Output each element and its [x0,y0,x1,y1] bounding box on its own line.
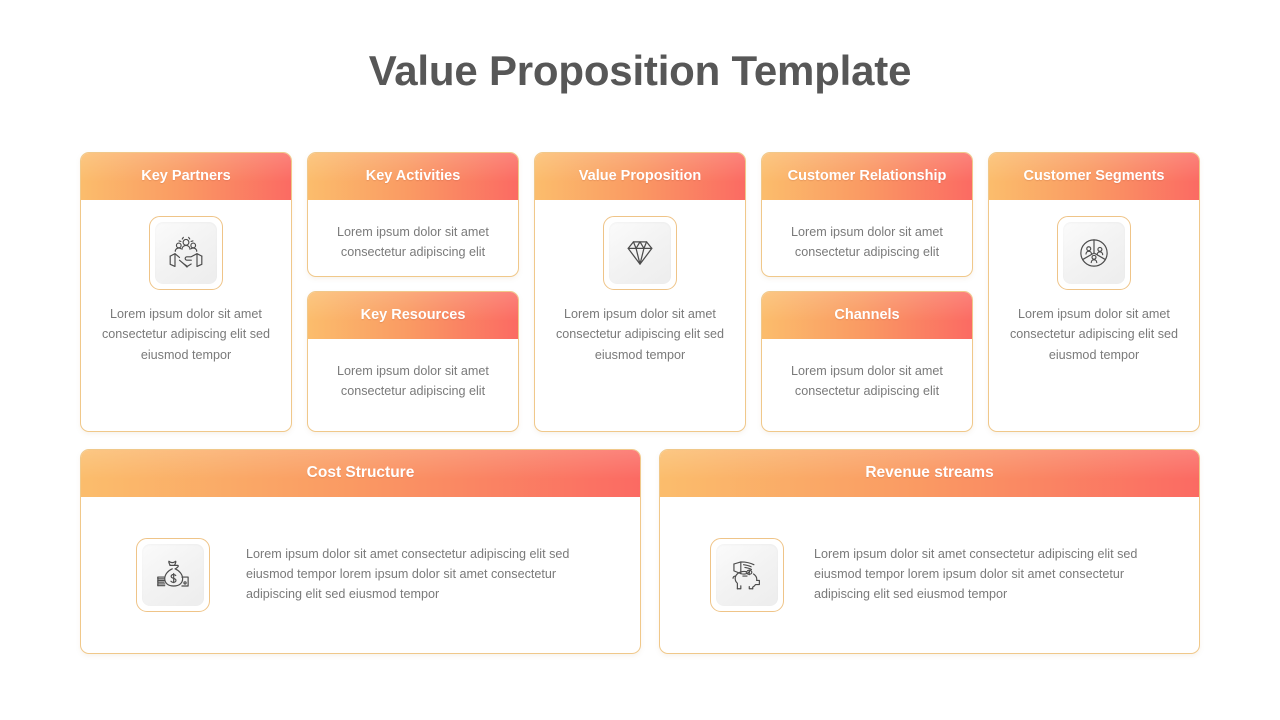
card-customer-relationship[interactable]: Customer Relationship Lorem ipsum dolor … [761,152,973,277]
card-body-text: Lorem ipsum dolor sit amet consectetur a… [246,547,570,601]
card-body-text: Lorem ipsum dolor sit amet consectetur a… [337,225,489,260]
card-title: Key Partners [141,167,231,184]
card-body-text: Lorem ipsum dolor sit amet consectetur a… [814,547,1138,601]
card-body: Lorem ipsum dolor sit amet consectetur a… [989,200,1199,431]
card-header-key-resources: Key Resources [308,292,518,339]
card-header-value-proposition: Value Proposition [535,153,745,200]
card-header-cost-structure: Cost Structure [81,450,640,497]
card-body-text: Lorem ipsum dolor sit amet consectetur a… [791,364,943,399]
card-channels[interactable]: Channels Lorem ipsum dolor sit amet cons… [761,291,973,432]
card-title: Value Proposition [578,167,702,184]
segmented-audience-icon [1063,222,1125,284]
card-header-key-activities: Key Activities [308,153,518,200]
card-header-channels: Channels [762,292,972,339]
card-key-resources[interactable]: Key Resources Lorem ipsum dolor sit amet… [307,291,519,432]
card-body: Lorem ipsum dolor sit amet consectetur a… [308,200,518,276]
card-body-text: Lorem ipsum dolor sit amet consectetur a… [337,364,489,399]
business-model-grid: Key Partners Lorem ipsum dolor sit amet … [80,152,1200,432]
card-key-activities[interactable]: Key Activities Lorem ipsum dolor sit ame… [307,152,519,277]
card-header-revenue-streams: Revenue streams [660,450,1199,497]
bottom-row: Cost Structure Lorem ipsum dolor sit ame… [80,449,1200,654]
card-customer-segments[interactable]: Customer Segments Lorem ipsum dolor sit … [988,152,1200,432]
card-body-text: Lorem ipsum dolor sit amet consectetur a… [101,307,270,362]
card-title: Channels [834,306,900,323]
card-header-customer-relationship: Customer Relationship [762,153,972,200]
card-body: Lorem ipsum dolor sit amet consectetur a… [660,497,1199,653]
card-title: Customer Segments [1023,167,1165,184]
money-bag-icon [142,544,204,606]
card-header-key-partners: Key Partners [81,153,291,200]
card-title: Customer Relationship [787,167,947,184]
page-title: Value Proposition Template [368,47,912,94]
handshake-partnership-icon [155,222,217,284]
card-body-text: Lorem ipsum dolor sit amet consectetur a… [555,307,724,362]
card-body: Lorem ipsum dolor sit amet consectetur a… [81,200,291,431]
card-body-text: Lorem ipsum dolor sit amet consectetur a… [791,225,943,260]
card-body: Lorem ipsum dolor sit amet consectetur a… [81,497,640,653]
slide-canvas: Value Proposition Template Key Partners [0,0,1280,720]
card-title: Key Activities [365,167,461,184]
column-key-partners: Key Partners Lorem ipsum dolor sit amet … [80,152,292,432]
card-body: Lorem ipsum dolor sit amet consectetur a… [308,339,518,431]
card-title: Cost Structure [306,464,415,482]
column-customer-segments: Customer Segments Lorem ipsum dolor sit … [988,152,1200,432]
card-body: Lorem ipsum dolor sit amet consectetur a… [762,200,972,276]
card-body: Lorem ipsum dolor sit amet consectetur a… [535,200,745,431]
icon-tile [1057,216,1131,290]
card-revenue-streams[interactable]: Revenue streams Lorem ipsum dolor sit am… [659,449,1200,654]
icon-tile [710,538,784,612]
card-key-partners[interactable]: Key Partners Lorem ipsum dolor sit amet … [80,152,292,432]
card-title: Key Resources [360,306,466,323]
column-key-activities: Key Activities Lorem ipsum dolor sit ame… [307,152,519,432]
icon-tile [603,216,677,290]
icon-tile [136,538,210,612]
diamond-gem-icon [609,222,671,284]
card-body: Lorem ipsum dolor sit amet consectetur a… [762,339,972,431]
column-value-proposition: Value Proposition Lorem ipsum dolor sit … [534,152,746,432]
icon-tile [149,216,223,290]
card-header-customer-segments: Customer Segments [989,153,1199,200]
card-title: Revenue streams [865,464,994,482]
card-value-proposition[interactable]: Value Proposition Lorem ipsum dolor sit … [534,152,746,432]
piggy-bank-coin-icon [716,544,778,606]
card-cost-structure[interactable]: Cost Structure Lorem ipsum dolor sit ame… [80,449,641,654]
card-body-text: Lorem ipsum dolor sit amet consectetur a… [1009,307,1178,362]
column-customer-relationship: Customer Relationship Lorem ipsum dolor … [761,152,973,432]
